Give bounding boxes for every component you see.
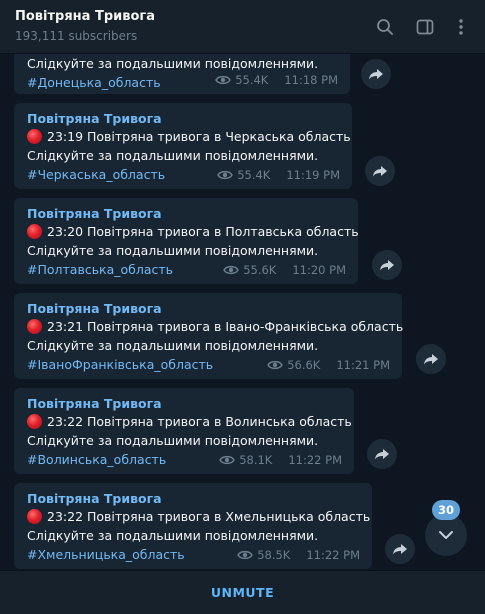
message-text: Слідкуйте за подальшими повідомленнями. xyxy=(27,56,319,71)
message-text: Слідкуйте за подальшими повідомленнями. xyxy=(27,528,319,543)
message-bubble[interactable]: Повітряна Тривога 23:19 Повітряна тривог… xyxy=(14,103,352,189)
message-bubble[interactable]: Повітряна Тривога 23:22 Повітряна тривог… xyxy=(14,388,354,474)
chevron-down-icon xyxy=(439,531,453,539)
share-button[interactable] xyxy=(367,439,397,469)
share-arrow-icon xyxy=(393,544,407,555)
hashtag-link[interactable]: #Донецька_область xyxy=(27,75,161,90)
message-text: 23:22 Повітряна тривога в Хмельницька об… xyxy=(27,509,370,524)
hashtag-link[interactable]: #ІваноФранківська_область xyxy=(27,357,213,372)
view-count: 58.1K xyxy=(239,453,273,467)
channel-title[interactable]: Повітряна Тривога xyxy=(15,9,155,24)
message-bubble[interactable]: Повітряна Тривога 23:20 Повітряна тривог… xyxy=(14,198,359,284)
message-author[interactable]: Повітряна Тривога xyxy=(27,206,162,221)
message-hashtag: #Полтавська_область xyxy=(27,262,173,277)
message-text: 23:20 Повітряна тривога в Полтавська обл… xyxy=(27,224,359,239)
message-bubble[interactable]: Повітряна Тривога 23:21 Повітряна тривог… xyxy=(14,293,403,379)
hashtag-link[interactable]: #Хмельницька_область xyxy=(27,547,185,562)
share-arrow-icon xyxy=(369,69,383,80)
view-count: 58.5K xyxy=(257,548,291,562)
message-meta: 55.4K 11:18 PM xyxy=(215,73,338,87)
message-text: Слідкуйте за подальшими повідомленнями. xyxy=(27,243,319,258)
more-vertical-icon[interactable] xyxy=(450,16,472,38)
hashtag-link[interactable]: #Черкаська_область xyxy=(27,167,165,182)
message-meta: 56.6K 11:21 PM xyxy=(267,358,390,372)
channel-header: Повітряна Тривога 193,111 subscribers xyxy=(0,0,485,54)
message-time: 11:20 PM xyxy=(292,263,346,277)
message-author[interactable]: Повітряна Тривога xyxy=(27,396,162,411)
message-feed[interactable]: Слідкуйте за подальшими повідомленнями. … xyxy=(0,54,485,570)
message-hashtag: #ІваноФранківська_область xyxy=(27,357,213,372)
message-meta: 55.6K 11:20 PM xyxy=(223,263,346,277)
view-count: 55.6K xyxy=(243,263,277,277)
share-button[interactable] xyxy=(416,344,446,374)
red-circle-icon xyxy=(27,224,42,239)
eye-icon xyxy=(267,359,283,371)
message-meta: 58.1K 11:22 PM xyxy=(219,453,342,467)
share-button[interactable] xyxy=(361,59,391,89)
message-bubble[interactable]: Повітряна Тривога 23:22 Повітряна тривог… xyxy=(14,483,372,569)
message-time: 11:19 PM xyxy=(286,168,340,182)
message-time: 11:21 PM xyxy=(336,358,390,372)
view-count: 55.4K xyxy=(235,73,269,87)
message-time: 11:22 PM xyxy=(306,548,360,562)
message-meta: 58.5K 11:22 PM xyxy=(237,548,360,562)
share-button[interactable] xyxy=(365,156,395,186)
eye-icon xyxy=(237,549,253,561)
hashtag-link[interactable]: #Волинська_область xyxy=(27,452,166,467)
share-arrow-icon xyxy=(375,449,389,460)
message-text: Слідкуйте за подальшими повідомленнями. xyxy=(27,338,319,353)
message-author[interactable]: Повітряна Тривога xyxy=(27,301,162,316)
red-circle-icon xyxy=(27,414,42,429)
message-author[interactable]: Повітряна Тривога xyxy=(27,491,162,506)
share-button[interactable] xyxy=(372,250,402,280)
eye-icon xyxy=(223,264,239,276)
unmute-button[interactable]: UNMUTE xyxy=(211,585,274,600)
message-hashtag: #Волинська_область xyxy=(27,452,166,467)
message-text: 23:22 Повітряна тривога в Волинська обла… xyxy=(27,414,352,429)
share-arrow-icon xyxy=(424,354,438,365)
view-count: 55.4K xyxy=(237,168,271,182)
search-icon[interactable] xyxy=(374,16,396,38)
view-count: 56.6K xyxy=(287,358,321,372)
message-hashtag: #Хмельницька_область xyxy=(27,547,185,562)
message-hashtag: #Донецька_область xyxy=(27,75,161,90)
red-circle-icon xyxy=(27,129,42,144)
red-circle-icon xyxy=(27,319,42,334)
share-arrow-icon xyxy=(373,166,387,177)
message-time: 11:22 PM xyxy=(288,453,342,467)
unread-count-badge: 30 xyxy=(432,500,460,520)
scroll-to-bottom-button[interactable] xyxy=(425,514,467,556)
bottom-bar: UNMUTE xyxy=(0,570,485,614)
message-text: Слідкуйте за подальшими повідомленнями. xyxy=(27,148,319,163)
message-meta: 55.4K 11:19 PM xyxy=(217,168,340,182)
message-time: 11:18 PM xyxy=(284,73,338,87)
eye-icon xyxy=(219,454,235,466)
message-text: 23:21 Повітряна тривога в Івано-Франківс… xyxy=(27,319,403,334)
share-button[interactable] xyxy=(385,534,415,564)
message-bubble[interactable]: Слідкуйте за подальшими повідомленнями. … xyxy=(14,54,350,94)
eye-icon xyxy=(215,74,231,86)
share-arrow-icon xyxy=(380,260,394,271)
sidebar-toggle-icon[interactable] xyxy=(414,16,436,38)
eye-icon xyxy=(217,169,233,181)
message-author[interactable]: Повітряна Тривога xyxy=(27,111,162,126)
message-text: Слідкуйте за подальшими повідомленнями. xyxy=(27,433,319,448)
subscriber-count: 193,111 subscribers xyxy=(15,29,138,43)
message-hashtag: #Черкаська_область xyxy=(27,167,165,182)
red-circle-icon xyxy=(27,509,42,524)
message-text: 23:19 Повітряна тривога в Черкаська обла… xyxy=(27,129,351,144)
hashtag-link[interactable]: #Полтавська_область xyxy=(27,262,173,277)
